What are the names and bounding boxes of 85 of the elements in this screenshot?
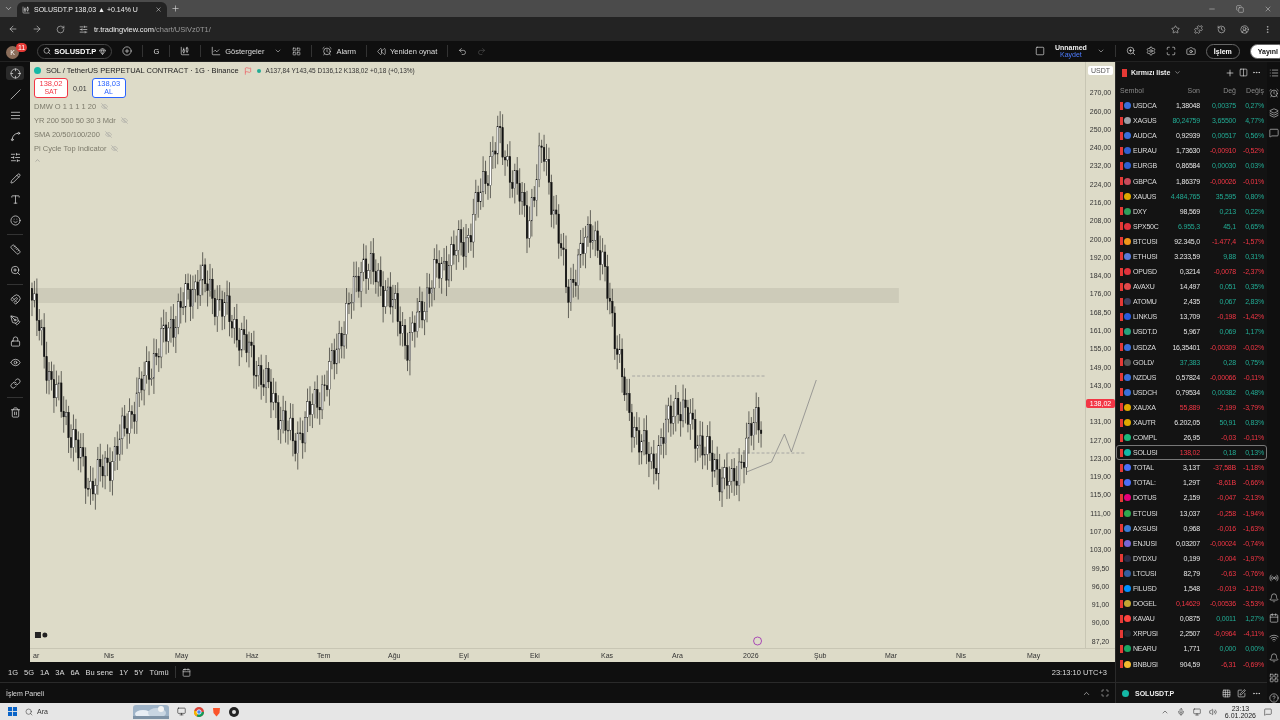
grid-icon[interactable] <box>1268 673 1279 683</box>
signal-icon[interactable] <box>1268 573 1279 583</box>
shield-icon[interactable] <box>212 706 221 717</box>
pen-icon[interactable] <box>9 314 21 326</box>
coin-icon <box>1122 689 1129 697</box>
grid-icon[interactable] <box>1222 688 1231 698</box>
chat-icon[interactable] <box>1268 128 1279 138</box>
chevron-down-icon[interactable] <box>274 47 283 55</box>
candlesticks-drawing <box>665 384 689 456</box>
history-icon[interactable] <box>1217 24 1226 34</box>
tradingview-logo <box>35 632 48 638</box>
notifications-icon[interactable] <box>1264 707 1272 716</box>
zoom-in-icon[interactable] <box>9 264 21 276</box>
projection-line[interactable] <box>746 379 817 473</box>
calendar-icon[interactable] <box>1268 613 1279 623</box>
watchlist-icon[interactable] <box>1268 68 1279 78</box>
volume-icon[interactable] <box>1208 707 1217 716</box>
browser-icon[interactable] <box>194 706 204 717</box>
edit-icon[interactable] <box>1237 688 1246 698</box>
pattern-icon[interactable] <box>9 130 21 142</box>
alarm-icon[interactable] <box>1268 88 1279 98</box>
plus-icon <box>171 4 180 13</box>
maximize-icon[interactable] <box>1101 689 1109 697</box>
fib-tool-icon[interactable] <box>9 151 21 163</box>
undo-icon[interactable] <box>458 46 468 56</box>
magnet-icon[interactable] <box>9 293 21 305</box>
tab-list-button[interactable] <box>4 4 13 13</box>
reload-icon[interactable] <box>56 24 65 34</box>
search-icon <box>43 47 52 55</box>
camera-icon[interactable] <box>1185 46 1196 56</box>
menu-icon[interactable] <box>1263 24 1272 34</box>
help-icon[interactable] <box>1268 693 1279 703</box>
rewind-icon <box>377 46 386 56</box>
crosshair-icon[interactable] <box>9 67 21 79</box>
quick-search-icon[interactable] <box>1125 46 1136 56</box>
text-tool-icon[interactable] <box>9 193 21 205</box>
chevron-down-icon <box>4 4 13 13</box>
chevron-down-icon[interactable] <box>1096 47 1105 55</box>
search-icon <box>25 707 33 716</box>
task-view-icon[interactable] <box>177 707 186 716</box>
columns-icon[interactable] <box>1239 68 1248 77</box>
back-icon[interactable] <box>8 24 18 34</box>
brush-icon[interactable] <box>9 172 21 184</box>
lock-icon[interactable] <box>9 335 21 347</box>
bell-icon[interactable] <box>1268 653 1279 663</box>
emoji-icon[interactable] <box>9 214 21 226</box>
trash-icon[interactable] <box>9 406 21 418</box>
chart-type-icon[interactable] <box>180 46 191 56</box>
lines-icon[interactable] <box>9 109 21 121</box>
plus-icon[interactable] <box>1225 67 1235 78</box>
candlesticks-drawing <box>177 264 202 335</box>
indicators-icon <box>211 46 222 56</box>
gem-icon <box>99 47 107 55</box>
settings-icon[interactable] <box>1145 46 1156 56</box>
profile-icon[interactable] <box>1240 24 1249 34</box>
forward-icon[interactable] <box>32 24 42 34</box>
close-icon[interactable] <box>155 6 162 13</box>
ruler-icon[interactable] <box>9 243 21 255</box>
star-icon[interactable] <box>1171 24 1180 34</box>
alarm-icon <box>322 46 333 56</box>
close-icon[interactable] <box>1264 4 1272 13</box>
wifi-icon[interactable] <box>1268 633 1279 643</box>
link-icon[interactable] <box>9 377 21 389</box>
chart-icon <box>22 5 30 14</box>
more-icon[interactable] <box>1252 68 1261 77</box>
new-tab-button[interactable] <box>171 4 180 13</box>
mic-icon[interactable] <box>1176 707 1185 716</box>
layout-icon[interactable] <box>1034 46 1045 56</box>
network-icon[interactable] <box>1192 707 1201 716</box>
app-icon[interactable] <box>229 706 239 717</box>
line-tool-icon[interactable] <box>9 88 21 100</box>
layers-icon[interactable] <box>1268 108 1279 118</box>
windows-icon[interactable] <box>8 707 17 716</box>
eye-icon[interactable] <box>9 356 21 368</box>
market-status-dot <box>256 68 261 73</box>
fullscreen-icon[interactable] <box>1165 46 1176 56</box>
site-settings-icon <box>79 24 88 34</box>
bell-icon[interactable] <box>1268 593 1279 603</box>
templates-icon[interactable] <box>292 46 302 56</box>
coin-icon <box>34 67 41 74</box>
add-symbol-icon[interactable] <box>122 46 133 56</box>
extensions-icon[interactable] <box>1194 24 1203 34</box>
chevron-down-icon[interactable] <box>1174 69 1182 76</box>
calendar-icon[interactable] <box>181 667 191 677</box>
event-icon[interactable] <box>753 636 762 646</box>
